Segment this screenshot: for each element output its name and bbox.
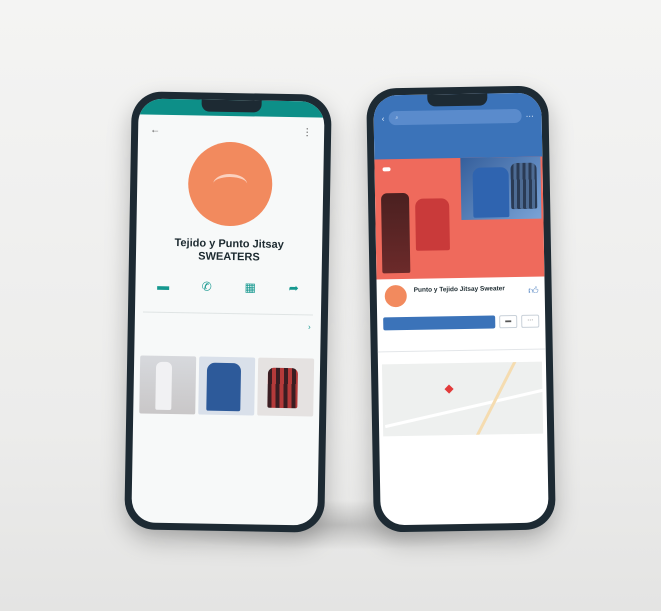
phone-notch — [427, 93, 488, 107]
status-bar — [138, 98, 325, 118]
right-phone-screen: ‹ ⌕ ⋯ Punto y Tejido Jitsay Sweater 👍︎ ▬… — [373, 92, 549, 526]
cover-sweater-image — [380, 192, 411, 274]
page-name: Punto y Tejido Jitsay Sweater — [413, 285, 505, 294]
chevron-right-icon: › — [308, 322, 311, 332]
search-icon: ⌕ — [395, 115, 399, 122]
page-profile: Punto y Tejido Jitsay Sweater 👍︎ — [376, 277, 544, 310]
cover-sweater-image — [472, 167, 510, 218]
primary-action-button[interactable] — [383, 315, 496, 331]
left-phone-screen: ← ⋮ Tejido y Punto Jitsay SWEATERS ▬ ✆ ▦… — [131, 98, 325, 526]
cover-sweater-image — [510, 162, 538, 210]
business-avatar[interactable] — [187, 141, 273, 227]
arrow-left-icon[interactable]: ← — [150, 125, 160, 136]
page-subtitle — [414, 295, 505, 297]
search-row: ‹ ⌕ ⋯ — [382, 108, 534, 126]
thumbs-up-icon: 👍︎ — [528, 285, 539, 297]
cover-photo[interactable] — [374, 156, 545, 280]
cover-sweater-image — [415, 198, 450, 251]
product-thumbnails — [133, 355, 320, 417]
map-pin-icon: ◆ — [444, 381, 454, 396]
message-button[interactable]: ▬ — [144, 279, 182, 301]
phone-notch — [201, 99, 262, 113]
right-phone: ‹ ⌕ ⋯ Punto y Tejido Jitsay Sweater 👍︎ ▬… — [366, 85, 556, 533]
catalog-row[interactable]: › — [135, 312, 321, 338]
more-vertical-icon[interactable]: ⋮ — [302, 127, 312, 138]
messenger-button[interactable]: ▬ — [499, 315, 518, 329]
product-thumbnail[interactable] — [257, 357, 315, 417]
product-thumbnail[interactable] — [139, 355, 197, 415]
breadcrumb — [382, 133, 534, 136]
location-map[interactable]: ◆ — [381, 361, 544, 437]
phone-icon: ✆ — [201, 279, 212, 294]
more-icon[interactable]: ⋯ — [526, 111, 534, 120]
back-arrow-icon[interactable]: ‹ — [382, 114, 385, 123]
map-road — [384, 380, 544, 429]
logo-mark — [213, 173, 248, 195]
page-avatar[interactable] — [382, 282, 409, 310]
button-row: ▬ ⋯ — [377, 307, 545, 331]
share-button[interactable]: ➦ — [274, 281, 312, 303]
product-thumbnail[interactable] — [198, 356, 256, 416]
store-button[interactable]: ▦ — [231, 280, 269, 302]
business-name: Tejido y Punto Jitsay SWEATERS — [174, 237, 284, 264]
call-button[interactable]: ✆ — [187, 279, 225, 301]
share-icon: ➦ — [288, 281, 299, 296]
left-phone: ← ⋮ Tejido y Punto Jitsay SWEATERS ▬ ✆ ▦… — [124, 91, 332, 533]
search-input[interactable]: ⌕ — [388, 108, 522, 126]
more-options-button[interactable]: ⋯ — [521, 314, 540, 328]
cover-tag — [382, 167, 391, 172]
cover-text — [383, 178, 443, 179]
business-phone — [136, 265, 322, 268]
like-button[interactable]: 👍︎ — [528, 285, 539, 297]
action-row: ▬ ✆ ▦ ➦ — [135, 278, 321, 302]
store-icon: ▦ — [244, 280, 256, 295]
message-icon: ▬ — [157, 278, 170, 293]
